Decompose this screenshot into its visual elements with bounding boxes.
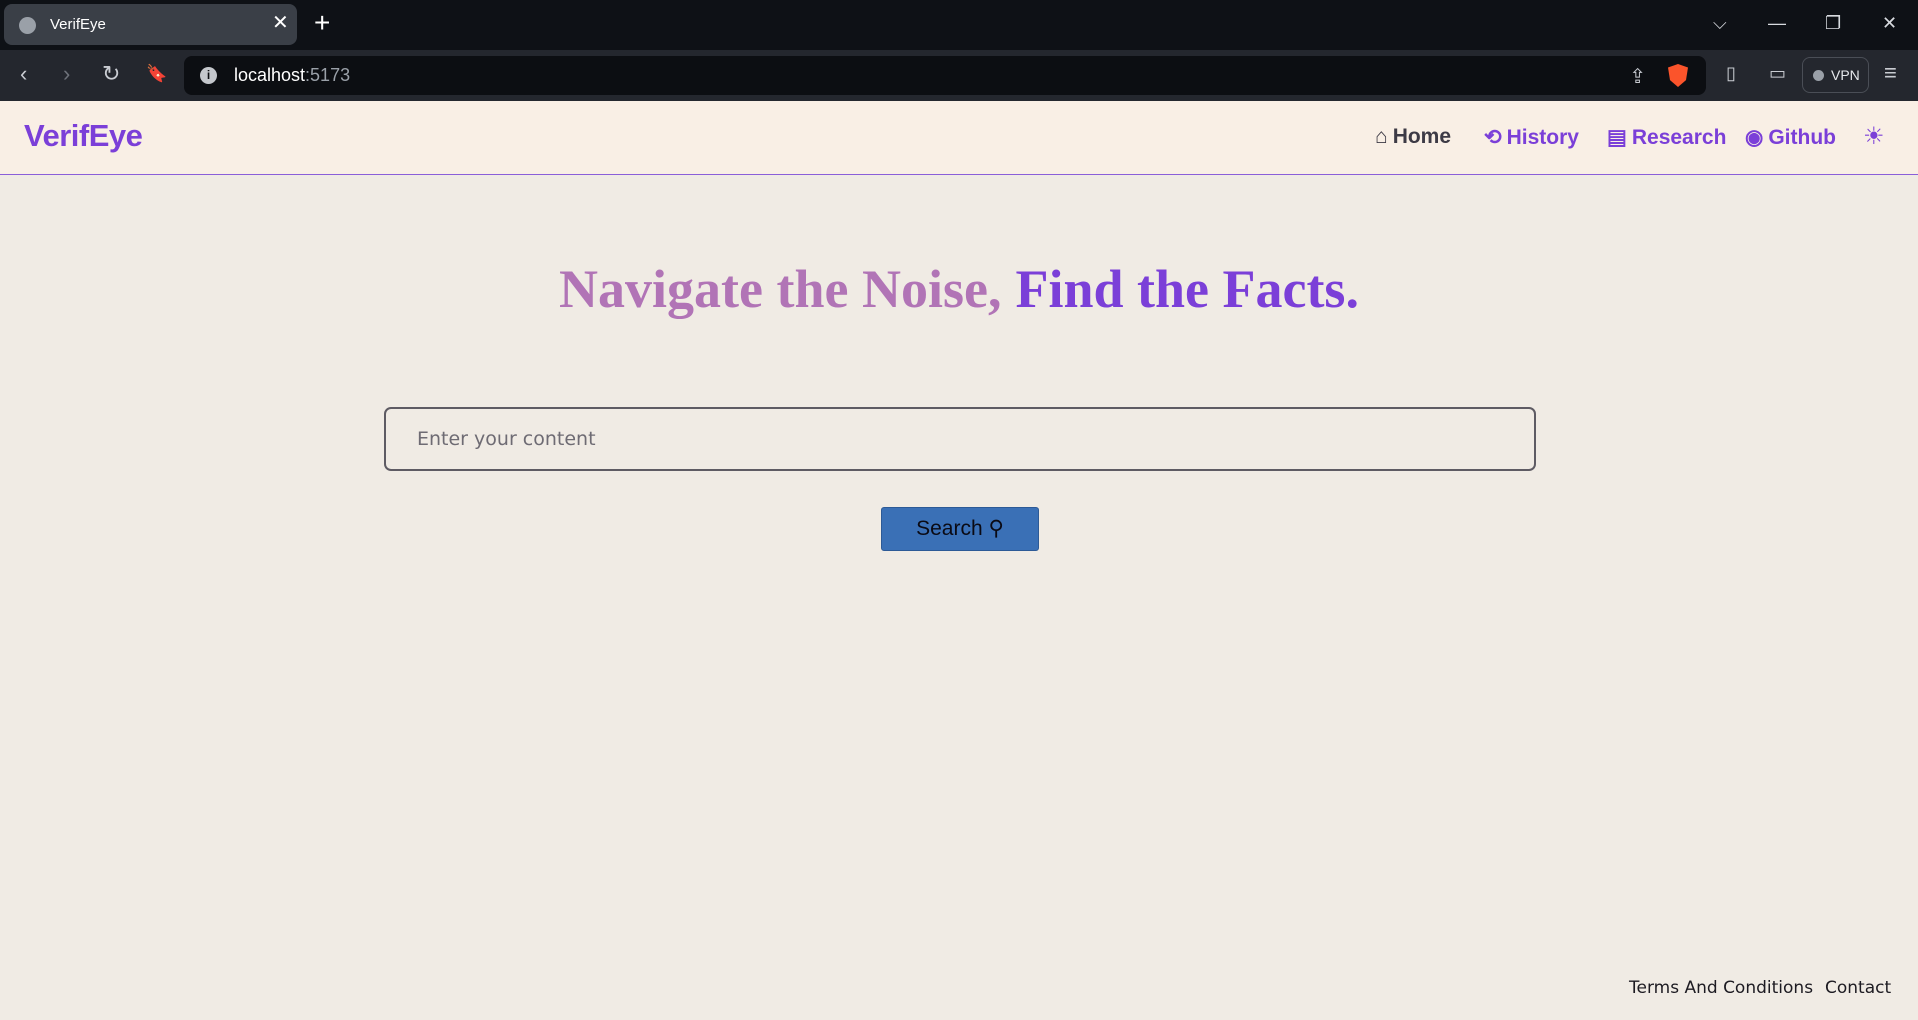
github-icon: ◉	[1745, 126, 1764, 149]
headline-part-1: Navigate the Noise,	[559, 259, 1002, 319]
vpn-status-icon	[1813, 70, 1824, 81]
reload-icon[interactable]: ↻	[102, 62, 120, 86]
browser-tab[interactable]: VerifEye ✕	[4, 4, 297, 45]
search-button[interactable]: Search ⚲	[881, 507, 1039, 551]
search-icon: ⚲	[988, 517, 1004, 540]
nav-home[interactable]: ⌂ Home	[1375, 125, 1451, 149]
nav-research-label: Research	[1631, 126, 1727, 149]
nav-research[interactable]: ▤ Research	[1607, 125, 1726, 150]
new-tab-button[interactable]: +	[314, 9, 330, 37]
minimize-icon[interactable]: —	[1768, 14, 1786, 32]
document-icon: ▤	[1607, 126, 1627, 149]
tab-close-icon[interactable]: ✕	[272, 13, 289, 33]
globe-icon	[19, 17, 36, 34]
nav-github[interactable]: ◉ Github	[1745, 125, 1836, 150]
site-info-icon[interactable]: i	[200, 67, 217, 84]
url-port: :5173	[305, 65, 351, 85]
bookmark-icon[interactable]: 🔖	[146, 62, 167, 86]
brand-logo[interactable]: VerifEye	[24, 118, 143, 154]
brave-shields-icon[interactable]	[1668, 64, 1688, 87]
restore-icon[interactable]: ❐	[1825, 14, 1841, 32]
search-input[interactable]	[384, 407, 1536, 471]
home-icon: ⌂	[1375, 125, 1388, 148]
back-icon[interactable]: ‹	[20, 62, 27, 86]
nav-history[interactable]: ⟲ History	[1484, 125, 1579, 150]
menu-icon[interactable]: ≡	[1884, 60, 1897, 86]
window-close-icon[interactable]: ✕	[1882, 14, 1897, 32]
address-bar[interactable]: i localhost:5173 ⇪	[184, 56, 1706, 95]
browser-tab-strip: VerifEye ✕ + ⌵ — ❐ ✕	[0, 0, 1918, 50]
forward-icon[interactable]: ›	[63, 62, 70, 86]
sidebar-icon[interactable]: ▯	[1726, 63, 1736, 84]
browser-toolbar: ‹ › ↻ 🔖 i localhost:5173 ⇪ ▯ ▭ VPN ≡	[0, 50, 1918, 101]
headline-part-2: Find the Facts.	[1015, 259, 1359, 319]
share-icon[interactable]: ⇪	[1629, 64, 1646, 89]
footer-contact-link[interactable]: Contact	[1825, 978, 1891, 998]
nav-github-label: Github	[1768, 126, 1836, 149]
hero-headline: Navigate the Noise, Find the Facts.	[0, 258, 1918, 320]
sun-icon[interactable]: ☀	[1863, 122, 1885, 151]
footer-terms-link[interactable]: Terms And Conditions	[1629, 978, 1813, 998]
app-navbar: VerifEye ⌂ Home ⟲ History ▤ Research ◉ Githu…	[0, 101, 1918, 175]
search-button-label: Search	[916, 517, 983, 540]
vpn-label: VPN	[1831, 67, 1860, 83]
tab-title: VerifEye	[50, 16, 106, 33]
tab-search-dropdown-icon[interactable]: ⌵	[1713, 14, 1727, 32]
url-host: localhost	[234, 65, 306, 85]
url-text: localhost:5173	[234, 65, 350, 86]
wallet-icon[interactable]: ▭	[1769, 63, 1786, 84]
nav-home-label: Home	[1392, 125, 1452, 148]
history-icon: ⟲	[1484, 126, 1502, 149]
nav-history-label: History	[1506, 126, 1579, 149]
vpn-button[interactable]: VPN	[1802, 57, 1869, 93]
